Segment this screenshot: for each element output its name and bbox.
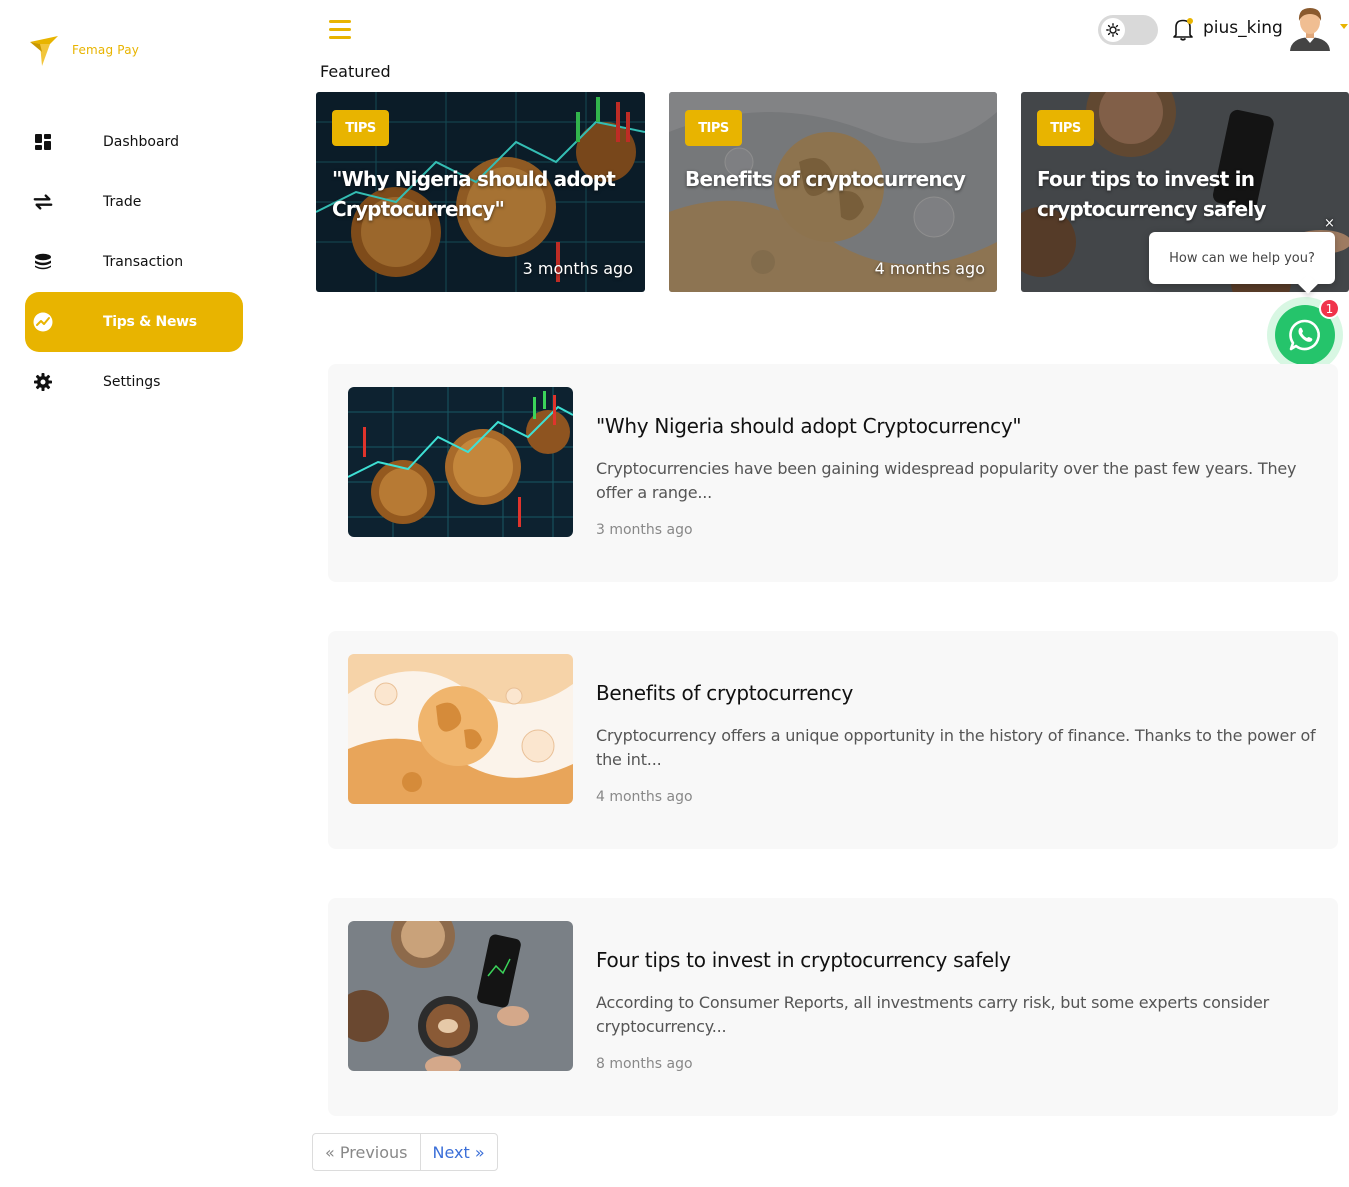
- featured-card-date: 3 months ago: [522, 259, 633, 278]
- list-item[interactable]: "Why Nigeria should adopt Cryptocurrency…: [328, 364, 1338, 582]
- category-tag: TIPS: [685, 110, 742, 146]
- sidebar-item-label: Tips & News: [103, 314, 197, 330]
- article-excerpt: Cryptocurrency offers a unique opportuni…: [596, 726, 1316, 769]
- sidebar-item-tips-news[interactable]: Tips & News: [25, 292, 243, 352]
- logo-icon: [30, 36, 58, 66]
- sun-icon: [1101, 18, 1125, 42]
- previous-page-button[interactable]: « Previous: [313, 1134, 421, 1170]
- article-thumbnail: [348, 654, 573, 804]
- chat-prompt-text: How can we help you?: [1169, 250, 1315, 266]
- category-tag: TIPS: [1037, 110, 1094, 146]
- category-tag: TIPS: [332, 110, 389, 146]
- brand-logo[interactable]: Femag Pay: [28, 32, 139, 68]
- article-title[interactable]: "Why Nigeria should adopt Cryptocurrency…: [596, 414, 1022, 438]
- notification-badge: 1: [1319, 298, 1340, 319]
- sidebar-item-trade[interactable]: Trade: [25, 172, 243, 232]
- username[interactable]: pius_king: [1203, 18, 1283, 38]
- brand-name: Femag Pay: [72, 43, 140, 57]
- article-excerpt: According to Consumer Reports, all inves…: [596, 993, 1269, 1036]
- sidebar-item-dashboard[interactable]: Dashboard: [25, 112, 243, 172]
- article-date: 4 months ago: [596, 789, 693, 805]
- sidebar: Femag Pay Dashboard Trade Transaction Ti…: [0, 0, 270, 1187]
- article-date: 8 months ago: [596, 1056, 693, 1072]
- bell-icon[interactable]: [1171, 16, 1195, 42]
- chevron-down-icon[interactable]: [1340, 24, 1348, 29]
- close-icon[interactable]: ×: [1324, 216, 1335, 231]
- article-thumbnail: [348, 387, 573, 537]
- list-item[interactable]: Benefits of cryptocurrency Cryptocurrenc…: [328, 631, 1338, 849]
- sidebar-item-label: Dashboard: [103, 134, 179, 150]
- pagination: « Previous Next »: [312, 1133, 498, 1171]
- avatar[interactable]: [1287, 5, 1333, 51]
- chat-prompt[interactable]: How can we help you?: [1149, 232, 1335, 284]
- article-date: 3 months ago: [596, 522, 693, 538]
- trend-chart-icon: [33, 312, 53, 332]
- coin-stack-icon: [33, 252, 53, 272]
- article-thumbnail: [348, 921, 573, 1071]
- sidebar-item-label: Settings: [103, 374, 161, 390]
- sidebar-item-label: Trade: [103, 194, 142, 210]
- next-page-button[interactable]: Next »: [421, 1134, 497, 1170]
- featured-card-date: 4 months ago: [874, 259, 985, 278]
- whatsapp-button[interactable]: 1: [1267, 297, 1343, 373]
- article-title[interactable]: Four tips to invest in cryptocurrency sa…: [596, 948, 1011, 972]
- dashboard-grid-icon: [33, 132, 53, 152]
- featured-card[interactable]: TIPS Benefits of cryptocurrency 4 months…: [669, 92, 997, 292]
- hamburger-icon[interactable]: [329, 20, 351, 40]
- theme-toggle[interactable]: [1098, 15, 1158, 45]
- sidebar-item-label: Transaction: [103, 254, 184, 270]
- gear-icon: [33, 372, 53, 392]
- featured-heading: Featured: [320, 62, 391, 81]
- swap-arrows-icon: [33, 192, 53, 212]
- featured-card-title: Benefits of cryptocurrency: [685, 167, 966, 191]
- list-item[interactable]: Four tips to invest in cryptocurrency sa…: [328, 898, 1338, 1116]
- featured-card-title: Four tips to invest in cryptocurrency sa…: [1037, 167, 1266, 221]
- sidebar-nav: Dashboard Trade Transaction Tips & News …: [25, 112, 243, 412]
- sidebar-item-transaction[interactable]: Transaction: [25, 232, 243, 292]
- article-excerpt: Cryptocurrencies have been gaining wides…: [596, 459, 1297, 502]
- featured-card-title: "Why Nigeria should adopt Cryptocurrency…: [332, 167, 616, 221]
- article-title[interactable]: Benefits of cryptocurrency: [596, 681, 853, 705]
- sidebar-item-settings[interactable]: Settings: [25, 352, 243, 412]
- featured-card[interactable]: TIPS "Why Nigeria should adopt Cryptocur…: [316, 92, 645, 292]
